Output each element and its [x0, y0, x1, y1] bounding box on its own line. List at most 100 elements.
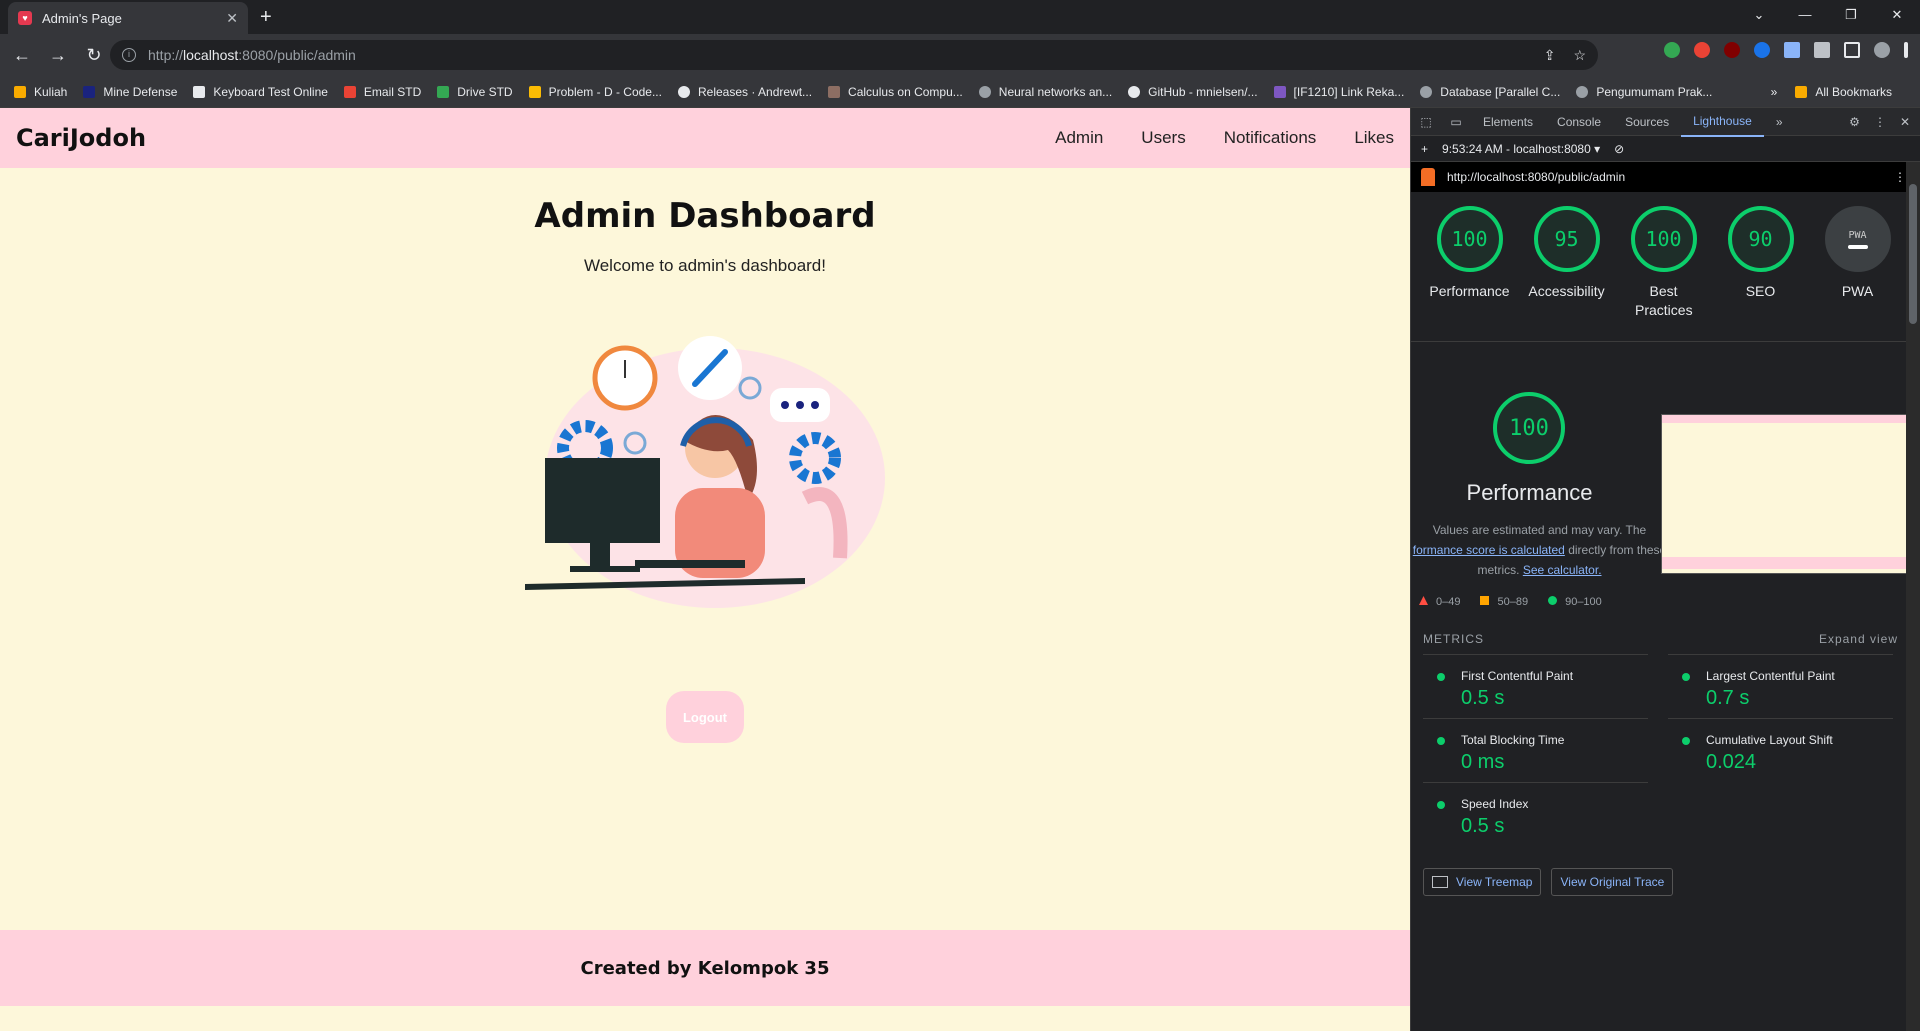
logout-button[interactable]: Logout	[666, 691, 744, 743]
bookmark-item[interactable]: Pengumumam Prak...	[1576, 85, 1712, 99]
puzzle-icon[interactable]	[1814, 42, 1830, 58]
legend-pass: 90–100	[1548, 596, 1602, 608]
see-calculator-link[interactable]: See calculator.	[1523, 563, 1602, 577]
extension-red-icon[interactable]	[1694, 42, 1710, 58]
performance-title: Performance	[1466, 480, 1593, 505]
page-title: Admin Dashboard	[534, 196, 876, 236]
devtools-panel: ⬚ ▭ Elements Console Sources Lighthouse …	[1410, 108, 1920, 1031]
metrics-grid: First Contentful Paint 0.5 s Largest Cont…	[1411, 646, 1920, 846]
url-host: localhost	[183, 47, 239, 63]
tab-sources[interactable]: Sources	[1613, 108, 1681, 136]
profile-avatar[interactable]	[1874, 42, 1890, 58]
bookmark-item[interactable]: Releases · Andrewt...	[677, 85, 812, 99]
bookmark-item[interactable]: Mine Defense	[83, 85, 177, 99]
nav-likes[interactable]: Likes	[1354, 128, 1394, 148]
nav-admin[interactable]: Admin	[1055, 128, 1103, 148]
clear-icon[interactable]: ⊘	[1614, 142, 1624, 156]
score-legend: 0–49 50–89 90–100	[1419, 596, 1602, 608]
all-bookmarks[interactable]: All Bookmarks	[1795, 85, 1892, 99]
close-tab-icon[interactable]: ✕	[226, 10, 238, 27]
more-bookmarks-icon[interactable]: »	[1771, 85, 1778, 99]
bookmark-item[interactable]: Database [Parallel C...	[1420, 85, 1560, 99]
new-tab-icon[interactable]: +	[260, 6, 272, 29]
main-content: Admin Dashboard Welcome to admin's dashb…	[0, 196, 1410, 743]
performance-score-ring: 100	[1493, 392, 1565, 464]
share-icon[interactable]: ⇪	[1544, 47, 1556, 64]
gauge-best-practices[interactable]: 100 Best Practices	[1615, 206, 1712, 341]
site-logo[interactable]: CariJodoh	[16, 124, 146, 152]
restore-icon[interactable]: ❐	[1828, 0, 1874, 30]
devtools-scrollbar[interactable]	[1906, 162, 1920, 1031]
star-icon[interactable]: ☆	[1573, 47, 1586, 64]
legend-fail: 0–49	[1419, 596, 1460, 608]
bookmark-item[interactable]: Problem - D - Code...	[528, 85, 662, 99]
score-ring: 90	[1727, 206, 1794, 272]
github-icon	[677, 85, 690, 98]
more-tabs-icon[interactable]: »	[1764, 108, 1795, 136]
gauge-label: SEO	[1745, 283, 1776, 299]
gauge-seo[interactable]: 90 SEO	[1712, 206, 1809, 341]
score-ring: 100	[1630, 206, 1697, 272]
folder-icon[interactable]	[1784, 42, 1800, 58]
minimize-icon[interactable]: —	[1782, 0, 1828, 30]
gauge-accessibility[interactable]: 95 Accessibility	[1518, 206, 1615, 341]
nav-notifications[interactable]: Notifications	[1224, 128, 1317, 148]
tab-elements[interactable]: Elements	[1471, 108, 1545, 136]
score-calculated-link[interactable]: formance score is calculated	[1413, 543, 1565, 557]
ublock-icon[interactable]	[1724, 42, 1740, 58]
bookmark-item[interactable]: Kuliah	[14, 85, 67, 99]
browser-toolbar: ← → ↻ i http://localhost:8080/public/adm…	[0, 34, 1920, 76]
bookmark-item[interactable]: [IF1210] Link Reka...	[1273, 85, 1404, 99]
address-bar[interactable]: i http://localhost:8080/public/admin ⇪ ☆	[110, 40, 1598, 70]
forward-icon[interactable]: →	[44, 45, 72, 66]
device-toolbar-icon[interactable]: ▭	[1441, 115, 1471, 129]
sidepanel-icon[interactable]	[1844, 42, 1860, 58]
new-report-icon[interactable]: +	[1421, 142, 1428, 156]
score-gauges: 100 Performance 95 Accessibility 100 Bes…	[1411, 192, 1920, 342]
gauge-pwa[interactable]: PWA PWA	[1809, 206, 1906, 341]
devtools-tabs: ⬚ ▭ Elements Console Sources Lighthouse …	[1411, 108, 1920, 137]
bookmark-item[interactable]: Neural networks an...	[978, 85, 1112, 99]
browser-tab[interactable]: ♥ Admin's Page ✕	[8, 2, 248, 34]
close-window-icon[interactable]: ✕	[1874, 0, 1920, 30]
scrollbar-thumb[interactable]	[1909, 184, 1917, 324]
view-treemap-button[interactable]: View Treemap	[1423, 868, 1542, 896]
pass-dot-icon	[1437, 801, 1445, 809]
back-icon[interactable]: ←	[8, 45, 36, 66]
nav-users[interactable]: Users	[1141, 128, 1185, 148]
report-selector[interactable]: 9:53:24 AM - localhost:8080 ▾	[1442, 142, 1600, 156]
reload-icon[interactable]: ↻	[80, 45, 108, 66]
metrics-header: METRICS Expand view	[1411, 632, 1920, 646]
tab-title: Admin's Page	[42, 10, 122, 26]
close-devtools-icon[interactable]: ✕	[1900, 115, 1910, 129]
gmail-icon	[343, 85, 356, 98]
browser-chrome: ♥ Admin's Page ✕ + ⌄ — ❐ ✕ ← → ↻ i http:…	[0, 0, 1920, 108]
menu-kebab-icon[interactable]	[1904, 42, 1908, 58]
bookmark-item[interactable]: Drive STD	[437, 85, 513, 99]
extension-blue-icon[interactable]	[1754, 42, 1770, 58]
legend-average: 50–89	[1480, 596, 1528, 608]
info-icon[interactable]: i	[122, 48, 136, 62]
expand-view-toggle[interactable]: Expand view	[1819, 632, 1898, 646]
extension-green-icon[interactable]	[1664, 42, 1680, 58]
gauge-performance[interactable]: 100 Performance	[1421, 206, 1518, 341]
devtools-menu-icon[interactable]: ⋮	[1874, 115, 1886, 129]
metric-fcp: First Contentful Paint 0.5 s	[1423, 654, 1648, 718]
tab-search-icon[interactable]: ⌄	[1736, 0, 1782, 30]
bookmark-item[interactable]: Email STD	[343, 85, 421, 99]
inspect-icon[interactable]: ⬚	[1411, 115, 1441, 129]
bookmark-item[interactable]: Calculus on Compu...	[828, 85, 963, 99]
gauge-label: Best Practices	[1635, 283, 1693, 318]
metric-lcp: Largest Contentful Paint 0.7 s	[1668, 654, 1893, 718]
metric-speed-index: Speed Index 0.5 s	[1423, 782, 1648, 846]
tab-console[interactable]: Console	[1545, 108, 1613, 136]
globe-icon	[1576, 85, 1589, 98]
tab-lighthouse[interactable]: Lighthouse	[1681, 108, 1764, 137]
report-url: http://localhost:8080/public/admin	[1447, 170, 1626, 184]
bookmark-item[interactable]: GitHub - mnielsen/...	[1128, 85, 1258, 99]
view-trace-button[interactable]: View Original Trace	[1551, 868, 1674, 896]
web-page: CariJodoh Admin Users Notifications Like…	[0, 108, 1410, 1031]
settings-gear-icon[interactable]: ⚙	[1849, 115, 1860, 129]
folder-icon	[14, 85, 26, 98]
bookmark-item[interactable]: Keyboard Test Online	[193, 85, 328, 99]
